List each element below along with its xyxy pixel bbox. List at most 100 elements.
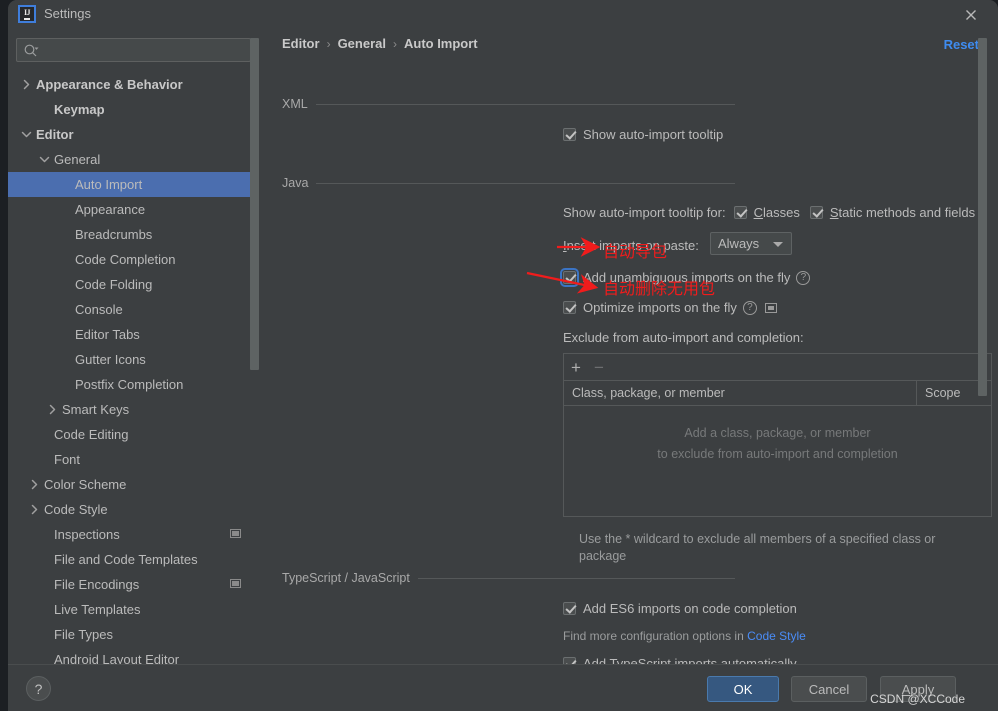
sidebar-item-label: Smart Keys [62,402,130,417]
sidebar-item-android-layout-editor[interactable]: Android Layout Editor [8,647,259,664]
sidebar-item-console[interactable]: Console [8,297,259,322]
help-icon[interactable]: ? [742,300,757,315]
sidebar-item-label: Gutter Icons [75,352,146,367]
add-es6-imports-row[interactable]: Add ES6 imports on code completion [563,601,797,616]
sidebar-item-file-and-code-templates[interactable]: File and Code Templates [8,547,259,572]
sidebar-item-live-templates[interactable]: Live Templates [8,597,259,622]
sidebar-item-label: Appearance & Behavior [36,77,183,92]
sidebar-item-auto-import[interactable]: Auto Import [8,172,259,197]
group-header-java: Java [282,176,735,190]
sidebar-scrollbar-thumb[interactable] [250,38,259,370]
add-typescript-imports-checkbox[interactable] [563,657,576,664]
sidebar-item-smart-keys[interactable]: Smart Keys [8,397,259,422]
settings-main-panel: Editor › General › Auto Import Reset XML… [267,30,998,664]
chevron-right-icon[interactable] [46,403,59,416]
add-unambiguous-imports-checkbox[interactable] [560,268,579,287]
sidebar-item-code-folding[interactable]: Code Folding [8,272,259,297]
main-scrollbar[interactable] [978,38,987,628]
search-input[interactable] [43,39,243,61]
reset-link[interactable]: Reset [944,37,979,52]
optimize-imports-row[interactable]: Optimize imports on the fly ? [563,300,777,315]
sidebar-item-editor[interactable]: Editor [8,122,259,147]
sidebar-item-file-encodings[interactable]: File Encodings [8,572,259,597]
search-box[interactable] [16,38,251,62]
classes-checkbox[interactable] [733,206,747,219]
sidebar-item-label: Auto Import [75,177,143,192]
exclude-table-empty-line-2: to exclude from auto-import and completi… [657,447,898,461]
help-button[interactable]: ? [26,676,51,701]
sidebar-item-general[interactable]: General [8,147,259,172]
code-style-link[interactable]: Code Style [747,629,806,643]
breadcrumb-general[interactable]: General [338,36,386,51]
ok-button[interactable]: OK [707,676,779,702]
chevron-down-icon[interactable] [20,128,33,141]
sidebar-item-gutter-icons[interactable]: Gutter Icons [8,347,259,372]
sidebar-item-code-style[interactable]: Code Style [8,497,259,522]
group-title-xml: XML [282,97,308,111]
show-auto-import-tooltip-label: Show auto-import tooltip [583,127,724,142]
exclude-table-body[interactable]: Add a class, package, or member to exclu… [564,406,991,515]
chevron-down-icon [773,242,783,247]
help-icon[interactable]: ? [796,270,811,285]
breadcrumb-editor[interactable]: Editor [282,36,320,51]
sidebar-item-label: Editor [36,127,74,142]
sidebar-item-editor-tabs[interactable]: Editor Tabs [8,322,259,347]
exclude-table-header: Class, package, or member Scope [564,381,991,406]
cancel-button[interactable]: Cancel [791,676,867,702]
insert-imports-on-paste-dropdown[interactable]: Always [710,232,792,255]
project-settings-icon[interactable] [764,302,777,313]
chevron-down-icon[interactable] [38,153,51,166]
sidebar-item-label: Android Layout Editor [54,652,180,664]
optimize-imports-checkbox[interactable] [563,301,576,314]
chevron-right-icon[interactable] [28,478,41,491]
sidebar-item-keymap[interactable]: Keymap [8,97,259,122]
settings-tree[interactable]: Appearance & Behavior Keymap Editor General… [8,72,259,664]
main-scrollbar-thumb[interactable] [978,38,987,396]
sidebar-item-inspections[interactable]: Inspections [8,522,259,547]
sidebar-item-label: Keymap [54,102,105,117]
group-title-typescript: TypeScript / JavaScript [282,571,410,585]
watermark: CSDN @XCCode [870,692,965,706]
sidebar-scrollbar[interactable] [250,38,259,618]
sidebar-item-file-types[interactable]: File Types [8,622,259,647]
sidebar-item-breadcrumbs[interactable]: Breadcrumbs [8,222,259,247]
sidebar-item-appearance-behavior[interactable]: Appearance & Behavior [8,72,259,97]
sidebar-item-font[interactable]: Font [8,447,259,472]
sidebar-item-label: Code Editing [54,427,129,442]
sidebar-item-appearance[interactable]: Appearance [8,197,259,222]
add-exclusion-button[interactable]: + [571,359,581,376]
column-header-class-package-member[interactable]: Class, package, or member [564,381,917,405]
show-auto-import-tooltip-checkbox[interactable] [563,128,576,141]
group-divider-java [316,182,735,184]
add-es6-imports-label: Add ES6 imports on code completion [583,601,797,616]
static-methods-checkbox[interactable] [809,206,823,219]
remove-exclusion-button[interactable]: − [594,359,604,376]
show-auto-import-tooltip-row[interactable]: Show auto-import tooltip [563,127,723,142]
add-typescript-imports-row[interactable]: Add TypeScript imports automatically [563,656,797,664]
add-es6-imports-checkbox[interactable] [563,602,576,615]
close-icon[interactable] [961,5,981,25]
settings-window: IJ Settings Appearance & Behavior Keymap… [8,0,998,711]
sidebar-item-postfix-completion[interactable]: Postfix Completion [8,372,259,397]
group-header-xml: XML [282,97,735,111]
group-divider-xml [315,103,735,105]
chevron-right-icon[interactable] [28,503,41,516]
sidebar-item-label: Editor Tabs [75,327,140,342]
chevron-right-icon[interactable] [20,78,33,91]
sidebar-item-label: Code Folding [75,277,153,292]
sidebar-item-code-completion[interactable]: Code Completion [8,247,259,272]
project-settings-icon [230,529,241,538]
annotation-label-auto-import: 自动导包 [603,242,668,261]
sidebar-item-code-editing[interactable]: Code Editing [8,422,259,447]
sidebar-item-label: Appearance [75,202,146,217]
breadcrumb-separator-2: › [392,36,397,51]
config-options-hint: Find more configuration options in Code … [563,629,806,643]
sidebar-item-color-scheme[interactable]: Color Scheme [8,472,259,497]
